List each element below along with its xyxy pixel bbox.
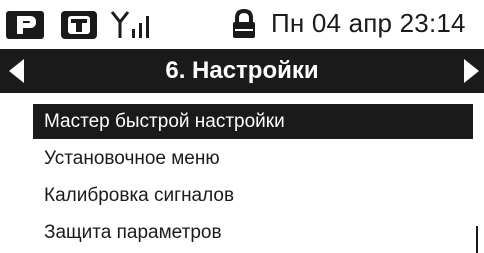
date-time: Пн 04 апр 23:14 [271,8,466,38]
scrollbar[interactable] [476,226,478,253]
menu-item-quick-setup-wizard[interactable]: Мастер быстрой настройки [33,104,473,139]
menu-item-label: Мастер быстрой настройки [44,111,285,132]
parking-p-icon [6,11,44,44]
menu-item-label: Защита параметров [44,222,222,243]
menu-item-label: Установочное меню [44,148,220,169]
antenna-signal-icon [110,9,156,44]
status-bar: Пн 04 апр 23:14 [0,0,484,47]
lock-icon [232,8,256,44]
menu-item-installation-menu[interactable]: Установочное меню [33,141,473,176]
device-screen: Пн 04 апр 23:14 6. Настройки Мастер быст… [0,0,484,253]
menu-item-label: Калибровка сигналов [44,185,235,206]
right-arrow-icon[interactable] [462,58,480,89]
terminal-t-icon [61,11,97,44]
page-title: 6. Настройки [165,57,319,84]
menu-item-parameter-protection[interactable]: Защита параметров [33,215,473,250]
title-bar: 6. Настройки [0,49,484,93]
settings-menu: Мастер быстрой настройки Установочное ме… [33,104,473,252]
menu-item-signal-calibration[interactable]: Калибровка сигналов [33,178,473,213]
